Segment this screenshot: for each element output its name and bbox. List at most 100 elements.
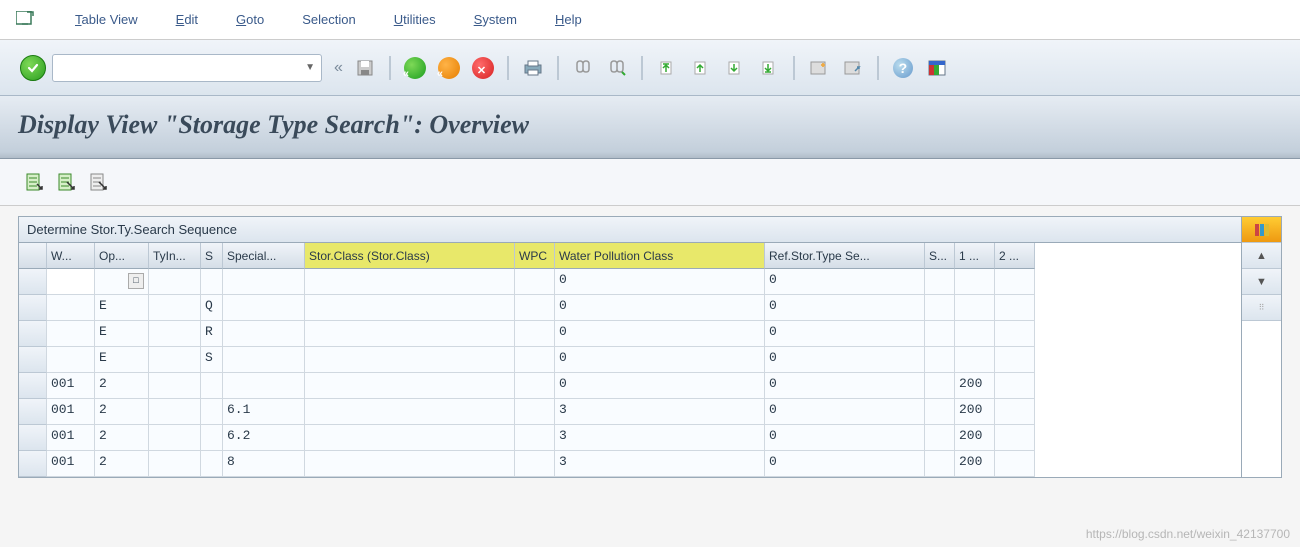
next-page-icon[interactable] xyxy=(721,55,749,81)
cell-ref[interactable]: 0 xyxy=(765,425,925,451)
cell-ss[interactable] xyxy=(925,269,955,295)
column-header-c2[interactable]: 2 ... xyxy=(995,243,1035,269)
cell-special[interactable] xyxy=(223,321,305,347)
cell-special[interactable]: 8 xyxy=(223,451,305,477)
column-header-storclass[interactable]: Stor.Class (Stor.Class) xyxy=(305,243,515,269)
cancel-icon[interactable]: ✕ xyxy=(469,55,497,81)
column-header-c1[interactable]: 1 ... xyxy=(955,243,995,269)
cell-storclass[interactable] xyxy=(305,347,515,373)
cell-wpc_long[interactable]: 0 xyxy=(555,373,765,399)
cell-ss[interactable] xyxy=(925,373,955,399)
cell-sel[interactable] xyxy=(19,347,47,373)
cell-c2[interactable] xyxy=(995,425,1035,451)
cell-wpc_long[interactable]: 0 xyxy=(555,321,765,347)
column-header-sel[interactable] xyxy=(19,243,47,269)
cell-special[interactable] xyxy=(223,373,305,399)
menu-selection[interactable]: Selection xyxy=(302,12,355,27)
cell-op[interactable]: E xyxy=(95,295,149,321)
cell-c2[interactable] xyxy=(995,269,1035,295)
cell-tyin[interactable] xyxy=(149,373,201,399)
cell-ss[interactable] xyxy=(925,321,955,347)
cell-c1[interactable]: 200 xyxy=(955,399,995,425)
cell-op[interactable]: E xyxy=(95,321,149,347)
cell-storclass[interactable] xyxy=(305,451,515,477)
cell-sel[interactable] xyxy=(19,399,47,425)
column-header-tyin[interactable]: TyIn... xyxy=(149,243,201,269)
layout-menu-icon[interactable] xyxy=(923,55,951,81)
cell-wpc_long[interactable]: 0 xyxy=(555,347,765,373)
cell-c2[interactable] xyxy=(995,347,1035,373)
help-icon[interactable]: ? xyxy=(889,55,917,81)
configure-button[interactable] xyxy=(1242,217,1281,243)
expand-all-icon[interactable] xyxy=(22,169,48,195)
cell-s[interactable]: S xyxy=(201,347,223,373)
cell-storclass[interactable] xyxy=(305,295,515,321)
cell-tyin[interactable] xyxy=(149,295,201,321)
cell-ss[interactable] xyxy=(925,451,955,477)
menu-goto[interactable]: Goto xyxy=(236,12,264,27)
f4-help-button[interactable]: □ xyxy=(128,273,144,289)
cell-sel[interactable] xyxy=(19,321,47,347)
column-header-w[interactable]: W... xyxy=(47,243,95,269)
cell-op[interactable]: 2 xyxy=(95,451,149,477)
create-session-icon[interactable] xyxy=(805,55,833,81)
cell-wpc[interactable] xyxy=(515,269,555,295)
cell-wpc_long[interactable]: 0 xyxy=(555,295,765,321)
back-icon[interactable]: « xyxy=(401,55,429,81)
cell-special[interactable]: 6.1 xyxy=(223,399,305,425)
exit-icon[interactable]: « xyxy=(435,55,463,81)
cell-sel[interactable] xyxy=(19,295,47,321)
cell-c1[interactable]: 200 xyxy=(955,373,995,399)
menu-utilities[interactable]: Utilities xyxy=(394,12,436,27)
dropdown-icon[interactable]: ▼ xyxy=(305,62,315,73)
cell-c2[interactable] xyxy=(995,451,1035,477)
cell-ss[interactable] xyxy=(925,295,955,321)
cell-c2[interactable] xyxy=(995,295,1035,321)
cell-c2[interactable] xyxy=(995,399,1035,425)
cell-wpc_long[interactable]: 3 xyxy=(555,399,765,425)
cell-s[interactable]: R xyxy=(201,321,223,347)
cell-storclass[interactable] xyxy=(305,425,515,451)
cell-sel[interactable] xyxy=(19,269,47,295)
generate-shortcut-icon[interactable] xyxy=(839,55,867,81)
cell-w[interactable]: 001 xyxy=(47,451,95,477)
app-logo-icon[interactable] xyxy=(15,9,37,31)
cell-s[interactable] xyxy=(201,269,223,295)
select-all-icon[interactable] xyxy=(54,169,80,195)
cell-sel[interactable] xyxy=(19,451,47,477)
cell-tyin[interactable] xyxy=(149,269,201,295)
prev-page-icon[interactable] xyxy=(687,55,715,81)
cell-c1[interactable] xyxy=(955,295,995,321)
cell-wpc[interactable] xyxy=(515,399,555,425)
cell-ref[interactable]: 0 xyxy=(765,399,925,425)
save-icon[interactable] xyxy=(351,55,379,81)
cell-ref[interactable]: 0 xyxy=(765,295,925,321)
cell-c2[interactable] xyxy=(995,373,1035,399)
cell-ref[interactable]: 0 xyxy=(765,269,925,295)
menu-help[interactable]: Help xyxy=(555,12,582,27)
column-header-op[interactable]: Op... xyxy=(95,243,149,269)
cell-op[interactable]: 2 xyxy=(95,425,149,451)
cell-wpc_long[interactable]: 3 xyxy=(555,425,765,451)
cell-w[interactable]: 001 xyxy=(47,399,95,425)
cell-s[interactable] xyxy=(201,451,223,477)
cell-ss[interactable] xyxy=(925,425,955,451)
cell-c1[interactable] xyxy=(955,321,995,347)
cell-wpc[interactable] xyxy=(515,451,555,477)
menu-edit[interactable]: Edit xyxy=(176,12,198,27)
cell-special[interactable] xyxy=(223,347,305,373)
cell-c1[interactable]: 200 xyxy=(955,425,995,451)
cell-s[interactable]: Q xyxy=(201,295,223,321)
cell-w[interactable] xyxy=(47,295,95,321)
cell-wpc_long[interactable]: 3 xyxy=(555,451,765,477)
command-field[interactable]: ▼ xyxy=(52,54,322,82)
menu-system[interactable]: System xyxy=(474,12,517,27)
find-next-icon[interactable] xyxy=(603,55,631,81)
cell-c2[interactable] xyxy=(995,321,1035,347)
cell-special[interactable] xyxy=(223,269,305,295)
menu-table-view[interactable]: Table View xyxy=(75,12,138,27)
cell-special[interactable]: 6.2 xyxy=(223,425,305,451)
cell-ref[interactable]: 0 xyxy=(765,321,925,347)
cell-s[interactable] xyxy=(201,425,223,451)
cell-op[interactable]: 2 xyxy=(95,399,149,425)
